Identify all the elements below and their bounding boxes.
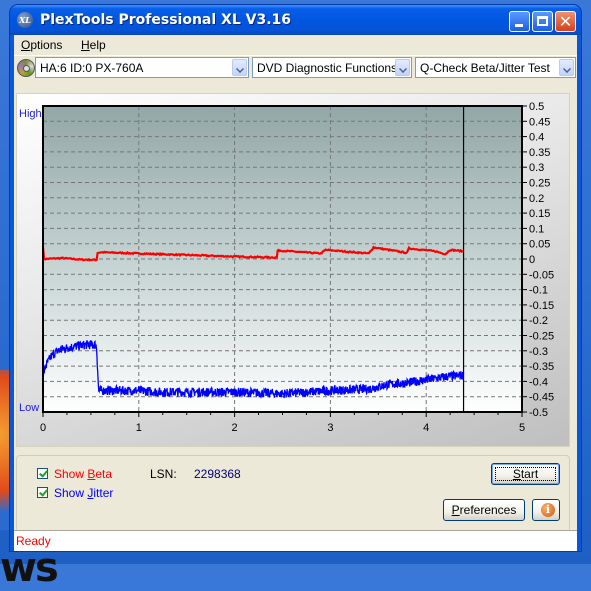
x-tick-label: 5 [519,422,525,434]
status-text: Ready [16,534,51,548]
lsn-value: 2298368 [194,467,241,481]
toolbar: HA:6 ID:0 PX-760A DVD Diagnostic Functio… [14,57,577,81]
y-tick-label: 0.45 [529,116,550,128]
low-label: Low [19,402,39,414]
window-title: PlexTools Professional XL V3.16 [40,12,291,28]
show-beta-rest: eta [95,467,112,481]
y-tick-label: 0.1 [529,223,544,235]
chevron-down-icon[interactable] [559,59,574,76]
maximize-button[interactable] [532,11,553,32]
y-tick-label: 0.15 [529,208,550,220]
test-select[interactable]: Q-Check Beta/Jitter Test [415,57,576,78]
y-tick-label: 0.05 [529,239,550,251]
x-tick-label: 3 [327,422,333,434]
y-tick-label: -0.4 [529,376,548,388]
show-jitter-text: Show [54,486,87,500]
x-tick-label: 2 [232,422,238,434]
menu-options-accel: O [21,38,30,52]
chart-panel: 012345 0.50.450.40.350.30.250.20.150.10.… [16,93,570,447]
menu-bar: Options Help [14,35,577,56]
show-jitter-rest: itter [93,486,113,500]
x-tick-label: 4 [423,422,429,434]
test-select-value: Q-Check Beta/Jitter Test [420,61,550,75]
app-icon: XL [17,12,33,28]
grid-lines [43,106,522,412]
menu-help[interactable]: Help [81,38,106,52]
y-axis: 0.5 0.45 0.4 0.35 0.3 0.25 0.2 0.15 0.1 0.05 0 -0.0… [522,101,554,419]
show-jitter-checkbox[interactable] [37,487,48,498]
y-tick-label: 0.25 [529,178,550,190]
y-tick-label: -0.1 [529,285,548,297]
y-tick-label: -0.05 [529,269,554,281]
start-button[interactable]: Start [491,463,560,485]
preferences-accel: P [452,503,460,517]
show-beta-label[interactable]: Show Beta [54,467,112,481]
close-icon: ✕ [556,12,575,31]
focus-ring [495,467,556,481]
minimize-icon [515,24,523,27]
show-beta-text: Show [54,467,87,481]
y-tick-label: -0.5 [529,407,548,419]
client-area: Options Help HA:6 ID:0 PX-760A DVD Diagn… [14,35,577,547]
y-tick-label: -0.15 [529,300,554,312]
title-bar[interactable]: XL PlexTools Professional XL V3.16 ✕ [10,5,581,35]
info-button[interactable]: i [532,499,560,521]
y-tick-label: -0.35 [529,361,554,373]
y-tick-label: 0.5 [529,101,544,113]
y-tick-label: 0 [529,254,535,266]
menu-help-label: elp [90,38,106,52]
show-jitter-label[interactable]: Show Jitter [54,486,113,500]
chevron-down-icon[interactable] [232,59,247,76]
desktop-wallpaper-text: ws [0,545,57,591]
y-tick-label: -0.2 [529,315,548,327]
high-label: High [19,108,42,120]
show-beta-checkbox[interactable] [37,468,48,479]
function-select[interactable]: DVD Diagnostic Functions [252,57,412,78]
chevron-down-icon[interactable] [395,59,410,76]
controls-panel: Show Beta Show Jitter LSN: 2298368 Start… [16,455,570,533]
y-tick-label: -0.25 [529,331,554,343]
y-tick-label: 0.3 [529,162,544,174]
x-tick-label: 1 [136,422,142,434]
menu-options-label: ptions [30,38,62,52]
close-button[interactable]: ✕ [555,11,576,32]
beta-jitter-chart: 012345 0.50.450.40.350.30.250.20.150.10.… [17,94,571,448]
info-icon: i [541,503,555,517]
app-window: XL PlexTools Professional XL V3.16 ✕ Opt… [10,5,581,551]
function-select-value: DVD Diagnostic Functions [257,61,397,75]
y-tick-label: 0.2 [529,193,544,205]
y-tick-label: 0.35 [529,147,550,159]
x-tick-label: 0 [40,422,46,434]
drive-select-value: HA:6 ID:0 PX-760A [40,61,143,75]
menu-help-accel: H [81,38,90,52]
minimize-button[interactable] [509,11,530,32]
drive-select[interactable]: HA:6 ID:0 PX-760A [35,57,249,78]
cd-drive-icon [17,59,35,77]
preferences-button[interactable]: Preferences [443,499,525,521]
maximize-icon [537,16,548,26]
y-tick-label: -0.45 [529,392,554,404]
y-tick-label: -0.3 [529,346,548,358]
preferences-label: references [460,503,517,517]
status-bar: Ready [14,530,577,551]
x-axis: 0 1 2 3 4 5 [40,412,525,434]
menu-options[interactable]: Options [21,38,62,52]
y-tick-label: 0.4 [529,132,544,144]
lsn-label: LSN: [150,467,177,481]
